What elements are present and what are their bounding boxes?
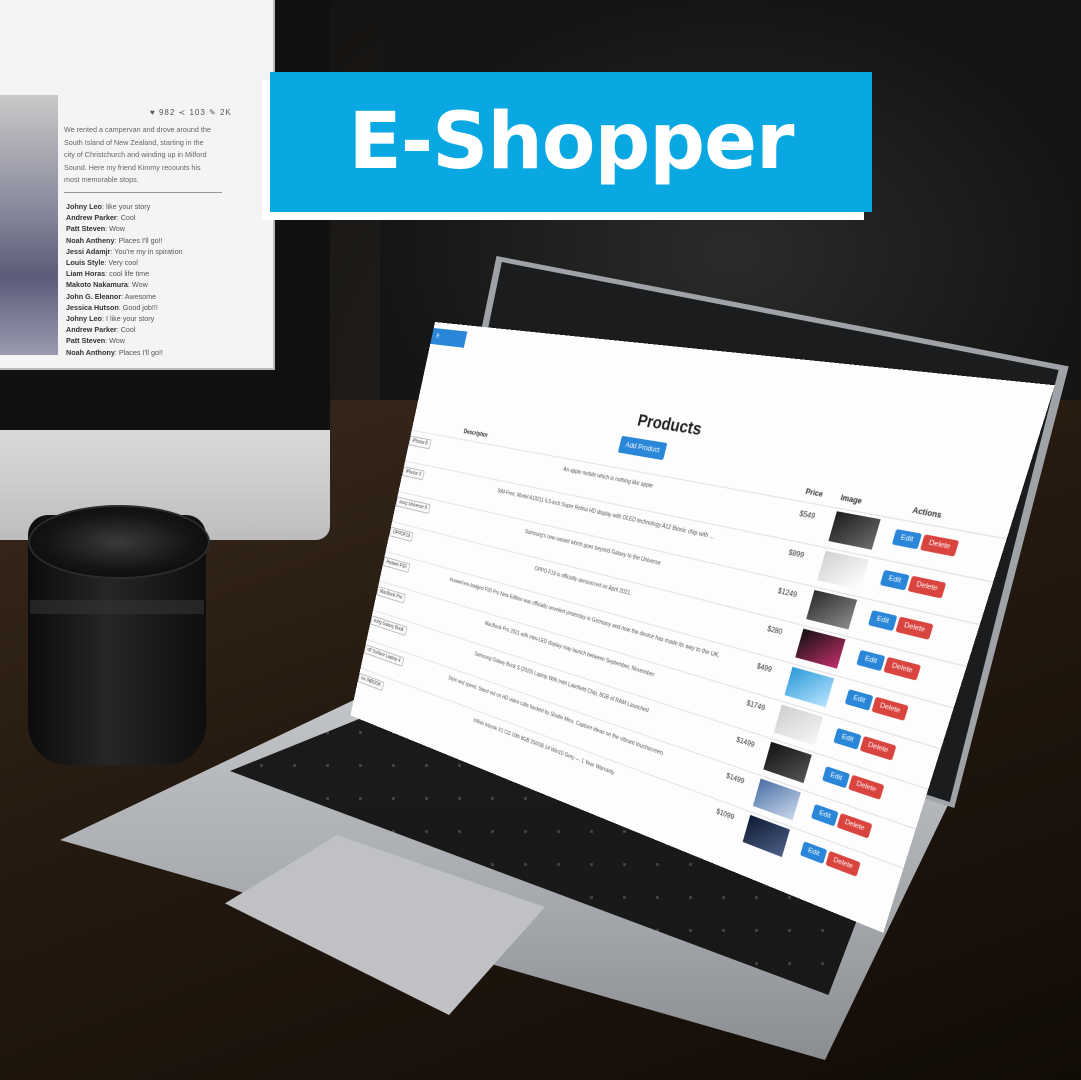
product-name[interactable]: OPPOF19 xyxy=(388,526,414,543)
column-header-price: Price xyxy=(804,488,824,500)
comment-author: Andrew Parker xyxy=(66,213,117,223)
comment-text: : Awesome xyxy=(121,291,157,301)
comment-item: Jessi Adamjr: You're my in spiration xyxy=(66,246,236,257)
comment-item: Patt Steven: Wow xyxy=(66,223,236,234)
product-image xyxy=(806,589,858,630)
edit-button[interactable]: Edit xyxy=(799,841,828,865)
product-table: iPhone 8 An apple mobile which is nothing… xyxy=(357,322,1055,877)
blog-text: We rented a campervan and drove around t… xyxy=(64,125,211,184)
comment-text: : Places I'll go!! xyxy=(114,347,163,357)
comment-author: Louis Style xyxy=(66,258,105,268)
camera-lens-ring xyxy=(30,600,204,614)
comment-text: : I like your story xyxy=(101,314,155,324)
comment-author: Noah Anthony xyxy=(66,347,115,357)
comment-author: John G. Eleanor xyxy=(66,291,122,301)
camera-lens-front xyxy=(28,505,210,579)
comment-author: Makoto Nakamura xyxy=(66,280,128,290)
comment-text: : You're my in spiration xyxy=(110,246,183,256)
banner-title: E-Shopper xyxy=(348,97,795,187)
delete-button[interactable]: Delete xyxy=(836,813,873,839)
delete-button[interactable]: Delete xyxy=(919,534,960,557)
product-image xyxy=(817,550,869,590)
comment-author: Andrew Parker xyxy=(66,325,117,335)
title-banner: E-Shopper xyxy=(270,72,872,212)
add-product-button[interactable]: Add Product xyxy=(617,435,668,461)
comment-item: Patt Steven: Wow xyxy=(66,335,236,346)
comment-item: John G. Eleanor: Awesome xyxy=(66,291,236,302)
comment-text: : like your story xyxy=(101,202,151,211)
edit-button[interactable]: Edit xyxy=(867,610,898,632)
edit-button[interactable]: Edit xyxy=(822,766,851,789)
product-name[interactable]: oft Surface Laptop 4 xyxy=(363,644,405,667)
laptop-screen-wrap: e Products Add Product Descriptior Price… xyxy=(350,302,1055,933)
product-price: $1099 xyxy=(715,808,735,822)
product-name[interactable]: MacBook Pro xyxy=(376,585,406,604)
delete-button[interactable]: Delete xyxy=(848,774,885,800)
column-header-actions: Actions xyxy=(911,507,943,521)
comment-author: Johny Leo xyxy=(66,314,102,324)
comment-text: : Places I'll go!! xyxy=(114,235,163,245)
comment-author: Liam Horas xyxy=(66,269,106,279)
divider xyxy=(64,192,222,193)
comment-text: : Cool xyxy=(116,213,136,223)
product-price: $549 xyxy=(798,510,816,522)
comment-item: Jessica Hutson: Good job!!! xyxy=(66,302,236,313)
blog-stats: ♥ 982 ≺ 103 ✎ 2K xyxy=(150,108,232,117)
delete-button[interactable]: Delete xyxy=(883,656,922,681)
comment-item: Johny Leo: like your story xyxy=(66,201,236,212)
column-header-description: Descriptior xyxy=(462,428,489,440)
comment-item: Liam Horas: cool life time xyxy=(66,268,236,279)
edit-button[interactable]: Edit xyxy=(856,649,886,672)
comment-item: Noah Antheny: Places I'll go!! xyxy=(66,235,236,246)
comment-item: Andrew Parker: Cool xyxy=(66,324,236,335)
product-name[interactable]: iPhone 8 xyxy=(408,435,432,450)
comment-text: : Good job!!! xyxy=(118,302,158,312)
product-image xyxy=(742,814,790,858)
delete-button[interactable]: Delete xyxy=(895,616,934,640)
product-image xyxy=(828,511,881,550)
edit-button[interactable]: Edit xyxy=(844,689,874,711)
product-price: $1499 xyxy=(725,773,745,786)
product-price: $1249 xyxy=(776,588,798,600)
product-price: $499 xyxy=(755,663,773,675)
comment-item: Andrew Parker: Cool xyxy=(66,212,236,223)
product-name[interactable]: sung Universe 9 xyxy=(395,496,431,514)
comment-text: : cool life time xyxy=(105,269,150,279)
comment-text: : Very cool xyxy=(104,258,138,268)
comment-text: : Wow xyxy=(127,280,148,290)
product-price: $1749 xyxy=(745,700,766,713)
delete-button[interactable]: Delete xyxy=(825,850,861,877)
comment-text: : Wow xyxy=(105,224,125,234)
edit-button[interactable]: Edit xyxy=(891,528,923,550)
comment-text: : Cool xyxy=(116,325,136,335)
product-price: $1499 xyxy=(735,736,756,750)
comment-author: Noah Antheny xyxy=(66,235,115,245)
blog-photo xyxy=(0,95,58,355)
comment-list: Johny Leo: like your story Andrew Parker:… xyxy=(66,201,236,358)
edit-button[interactable]: Edit xyxy=(833,727,862,750)
nav-tab[interactable]: e xyxy=(430,327,468,348)
comment-text: : Wow xyxy=(105,336,125,346)
comment-item: Noah Anthony: Places I'll go!! xyxy=(66,347,236,358)
product-price: $280 xyxy=(766,625,783,637)
delete-button[interactable]: Delete xyxy=(859,735,897,761)
comment-item: Louis Style: Very cool xyxy=(66,257,236,268)
product-name[interactable]: Huawei P30 xyxy=(382,556,411,574)
comment-author: Patt Steven xyxy=(66,336,106,346)
column-header-image: Image xyxy=(839,494,863,507)
comment-item: Johny Leo: I like your story xyxy=(66,313,236,324)
comment-author: Johny Leo xyxy=(66,202,102,211)
edit-button[interactable]: Edit xyxy=(879,569,910,591)
delete-button[interactable]: Delete xyxy=(871,696,909,721)
comment-item: Makoto Nakamura: Wow xyxy=(66,279,236,290)
delete-button[interactable]: Delete xyxy=(907,575,947,599)
edit-button[interactable]: Edit xyxy=(810,803,839,827)
monitor-screen: ♥ 982 ≺ 103 ✎ 2K We rented a campervan a… xyxy=(0,0,275,370)
comment-author: Patt Steven xyxy=(66,224,106,234)
product-name[interactable]: iPhone X xyxy=(401,466,426,481)
comment-author: Jessi Adamjr xyxy=(66,246,111,256)
comment-author: Jessica Hutson xyxy=(66,302,119,312)
product-price: $899 xyxy=(787,549,805,561)
